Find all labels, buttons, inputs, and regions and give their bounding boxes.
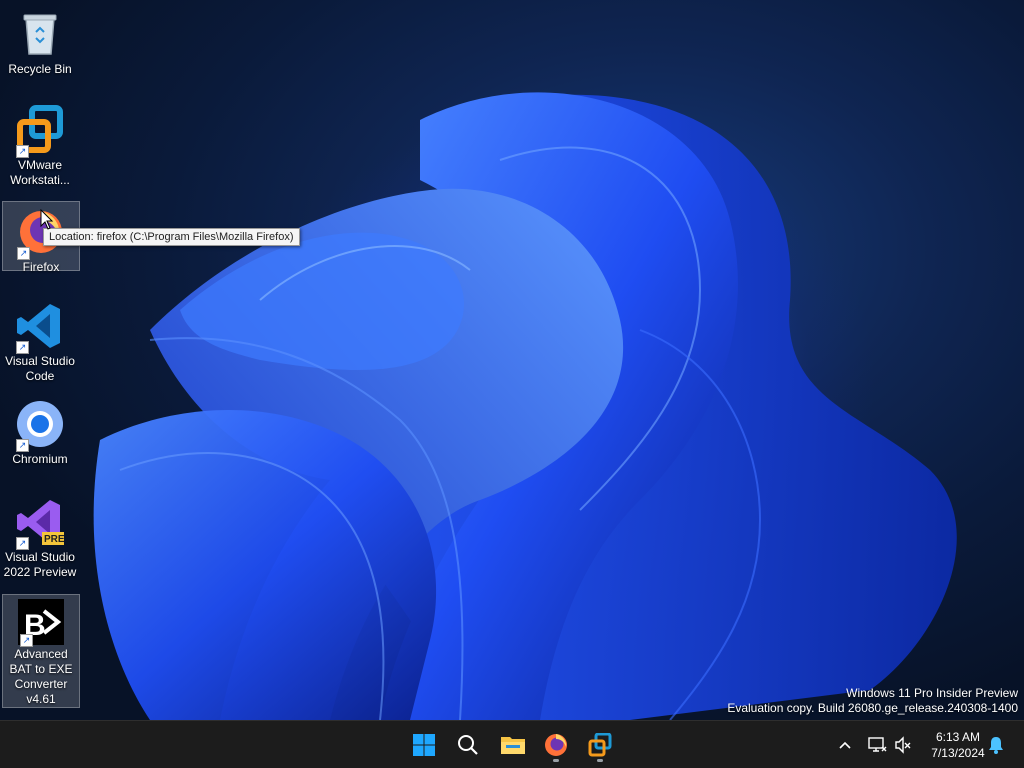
desktop-icon-label: VMware Workstati... bbox=[10, 158, 70, 187]
bloom-wallpaper bbox=[93, 92, 957, 720]
vscode-icon: ↗ bbox=[14, 300, 66, 354]
recycle-bin-icon bbox=[14, 8, 66, 60]
shortcut-arrow-icon: ↗ bbox=[16, 145, 29, 158]
preview-badge: PRE bbox=[44, 534, 65, 545]
shortcut-arrow-icon: ↗ bbox=[20, 634, 33, 647]
vmware-icon: ↗ bbox=[14, 104, 66, 158]
mouse-cursor-icon bbox=[40, 209, 54, 230]
desktop-icon-label: Recycle Bin bbox=[8, 62, 72, 76]
watermark-edition: Windows 11 Pro Insider Preview bbox=[846, 686, 1018, 700]
system-tray: 6:13 AM 7/13/2024 bbox=[0, 721, 1024, 768]
clock-time: 6:13 AM bbox=[935, 730, 981, 744]
shortcut-arrow-icon: ↗ bbox=[16, 439, 29, 452]
desktop[interactable]: Recycle Bin ↗ VMware Workstati... ↗ Fire… bbox=[0, 0, 1024, 720]
desktop-icon-visual-studio-2022-preview[interactable]: PRE ↗ Visual Studio 2022 Preview bbox=[2, 492, 78, 580]
desktop-icon-vmware[interactable]: ↗ VMware Workstati... bbox=[2, 100, 78, 188]
bat-to-exe-icon: B ↗ bbox=[18, 599, 64, 647]
volume-muted-icon[interactable] bbox=[893, 735, 913, 755]
desktop-icon-chromium[interactable]: ↗ Chromium bbox=[2, 394, 78, 467]
desktop-icon-label: Visual Studio Code bbox=[5, 354, 75, 383]
shortcut-arrow-icon: ↗ bbox=[17, 247, 30, 260]
watermark-build: Evaluation copy. Build 26080.ge_release.… bbox=[727, 701, 1018, 715]
desktop-icon-label: Firefox bbox=[22, 260, 60, 274]
desktop-icon-label: Chromium bbox=[12, 452, 68, 466]
taskbar: 6:13 AM 7/13/2024 bbox=[0, 720, 1024, 768]
desktop-icon-recycle-bin[interactable]: Recycle Bin bbox=[2, 4, 78, 77]
visual-studio-icon: PRE ↗ bbox=[14, 496, 66, 550]
desktop-icon-label: Advanced BAT to EXE Converter v4.61 bbox=[9, 647, 73, 706]
location-tooltip: Location: firefox (C:\Program Files\Mozi… bbox=[43, 228, 300, 246]
clock-date: 7/13/2024 bbox=[931, 746, 985, 760]
shortcut-arrow-icon: ↗ bbox=[16, 537, 29, 550]
shortcut-arrow-icon: ↗ bbox=[16, 341, 29, 354]
chromium-icon: ↗ bbox=[14, 398, 66, 452]
chevron-up-icon[interactable] bbox=[838, 738, 852, 752]
desktop-icon-label: Visual Studio 2022 Preview bbox=[3, 550, 77, 579]
notification-bell-icon[interactable] bbox=[988, 736, 1004, 754]
clock[interactable]: 6:13 AM 7/13/2024 bbox=[918, 729, 998, 761]
desktop-icon-advanced-bat-to-exe[interactable]: B ↗ Advanced BAT to EXE Converter v4.61 bbox=[2, 594, 80, 708]
network-icon[interactable] bbox=[867, 735, 887, 755]
windows-watermark: Windows 11 Pro Insider Preview Evaluatio… bbox=[727, 686, 1018, 716]
desktop-icon-vscode[interactable]: ↗ Visual Studio Code bbox=[2, 296, 78, 384]
